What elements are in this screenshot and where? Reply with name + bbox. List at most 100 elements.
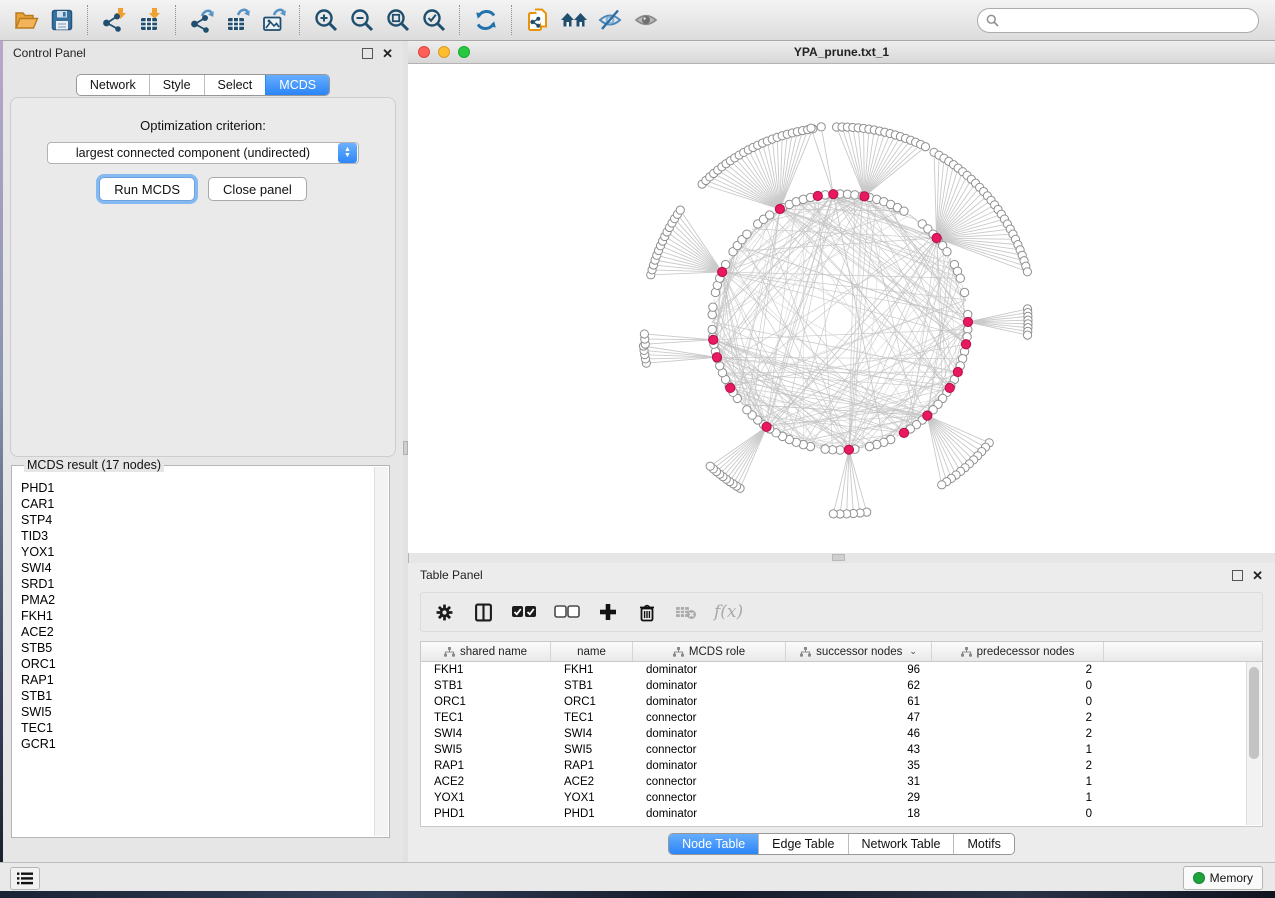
table-row-FKH1[interactable]: FKH1FKH1dominator962 bbox=[421, 662, 1262, 678]
result-node-item[interactable]: STB1 bbox=[21, 688, 375, 704]
deselect-all-rows-button[interactable] bbox=[554, 601, 580, 623]
list-icon bbox=[17, 872, 33, 885]
result-node-item[interactable]: GCR1 bbox=[21, 736, 375, 752]
result-node-item[interactable]: PHD1 bbox=[21, 480, 375, 496]
cell-successor_nodes: 43 bbox=[786, 744, 932, 756]
export-image-button[interactable] bbox=[256, 3, 292, 37]
table-tab-node-table[interactable]: Node Table bbox=[669, 834, 758, 854]
tab-mcds[interactable]: MCDS bbox=[265, 75, 329, 95]
table-row-SWI4[interactable]: SWI4SWI4dominator462 bbox=[421, 726, 1262, 742]
save-session-button[interactable] bbox=[44, 3, 80, 37]
network-graph bbox=[408, 64, 1275, 553]
delete-row-button[interactable] bbox=[636, 601, 658, 623]
zoom-fit-button[interactable] bbox=[380, 3, 416, 37]
table-settings-button[interactable] bbox=[433, 601, 455, 623]
column-header-name[interactable]: name bbox=[551, 642, 633, 661]
table-row-SWI5[interactable]: SWI5SWI5connector431 bbox=[421, 742, 1262, 758]
column-header-successor-nodes[interactable]: successor nodes⌄ bbox=[786, 642, 932, 661]
network-canvas[interactable] bbox=[408, 64, 1275, 553]
close-panel-icon[interactable]: ✕ bbox=[1252, 571, 1263, 580]
cell-name: YOX1 bbox=[551, 792, 633, 804]
zoom-fit-icon bbox=[385, 7, 411, 33]
export-network-button[interactable] bbox=[184, 3, 220, 37]
cell-predecessor_nodes: 2 bbox=[932, 760, 1104, 772]
table-row-YOX1[interactable]: YOX1YOX1connector291 bbox=[421, 790, 1262, 806]
tab-style[interactable]: Style bbox=[149, 75, 204, 95]
float-panel-icon[interactable] bbox=[362, 48, 373, 59]
result-node-item[interactable]: SRD1 bbox=[21, 576, 375, 592]
delete-table-button[interactable] bbox=[675, 601, 697, 623]
result-node-item[interactable]: STP4 bbox=[21, 512, 375, 528]
tab-select[interactable]: Select bbox=[204, 75, 266, 95]
memory-button[interactable]: Memory bbox=[1183, 866, 1263, 890]
result-node-item[interactable]: STB5 bbox=[21, 640, 375, 656]
import-table-icon bbox=[137, 7, 163, 33]
open-folder-icon bbox=[13, 7, 39, 33]
table-tab-motifs[interactable]: Motifs bbox=[953, 834, 1013, 854]
column-chooser-button[interactable] bbox=[472, 601, 494, 623]
table-row-STB1[interactable]: STB1STB1dominator620 bbox=[421, 678, 1262, 694]
application-window: Control Panel ✕ NetworkStyleSelectMCDS O… bbox=[0, 0, 1275, 898]
optimization-criterion-select[interactable]: largest connected component (undirected)… bbox=[47, 142, 359, 164]
close-panel-icon[interactable]: ✕ bbox=[382, 49, 393, 58]
network-nodes[interactable] bbox=[708, 190, 972, 454]
table-row-TEC1[interactable]: TEC1TEC1connector472 bbox=[421, 710, 1262, 726]
result-node-item[interactable]: ORC1 bbox=[21, 656, 375, 672]
close-window-icon[interactable] bbox=[418, 46, 430, 58]
open-session-button[interactable] bbox=[8, 3, 44, 37]
close-panel-button[interactable]: Close panel bbox=[208, 177, 307, 201]
zoom-in-button[interactable] bbox=[308, 3, 344, 37]
run-mcds-button[interactable]: Run MCDS bbox=[99, 177, 195, 201]
table-tabs: Node TableEdge TableNetwork TableMotifs bbox=[668, 833, 1015, 855]
result-node-item[interactable]: RAP1 bbox=[21, 672, 375, 688]
result-node-item[interactable]: TID3 bbox=[21, 528, 375, 544]
table-scrollbar[interactable] bbox=[1246, 662, 1261, 825]
table-row-ACE2[interactable]: ACE2ACE2connector311 bbox=[421, 774, 1262, 790]
table-row-RAP1[interactable]: RAP1RAP1dominator352 bbox=[421, 758, 1262, 774]
import-network-button[interactable] bbox=[96, 3, 132, 37]
hide-selected-button[interactable] bbox=[592, 3, 628, 37]
float-panel-icon[interactable] bbox=[1232, 570, 1243, 581]
function-builder-button[interactable]: f(x) bbox=[714, 601, 743, 623]
import-table-button[interactable] bbox=[132, 3, 168, 37]
minimize-window-icon[interactable] bbox=[438, 46, 450, 58]
result-node-item[interactable]: ACE2 bbox=[21, 624, 375, 640]
search-field[interactable] bbox=[977, 8, 1259, 33]
refresh-layout-button[interactable] bbox=[468, 3, 504, 37]
main-toolbar bbox=[0, 0, 1275, 41]
result-node-item[interactable]: TEC1 bbox=[21, 720, 375, 736]
export-table-button[interactable] bbox=[220, 3, 256, 37]
tab-network[interactable]: Network bbox=[77, 75, 149, 95]
result-node-item[interactable]: PMA2 bbox=[21, 592, 375, 608]
cell-shared_name: STB1 bbox=[421, 680, 551, 692]
import-network-icon bbox=[101, 7, 127, 33]
first-neighbors-button[interactable] bbox=[556, 3, 592, 37]
horizontal-splitter-handle[interactable] bbox=[832, 554, 845, 561]
result-node-item[interactable]: SWI4 bbox=[21, 560, 375, 576]
task-history-button[interactable] bbox=[10, 867, 40, 890]
table-tab-network-table[interactable]: Network Table bbox=[848, 834, 954, 854]
result-scrollbar[interactable] bbox=[374, 467, 388, 836]
cell-name: ORC1 bbox=[551, 696, 633, 708]
result-node-item[interactable]: YOX1 bbox=[21, 544, 375, 560]
trash-icon bbox=[638, 603, 656, 622]
zoom-selected-button[interactable] bbox=[416, 3, 452, 37]
show-all-button[interactable] bbox=[628, 3, 664, 37]
result-node-item[interactable]: FKH1 bbox=[21, 608, 375, 624]
column-header-predecessor-nodes[interactable]: predecessor nodes bbox=[932, 642, 1104, 661]
maximize-window-icon[interactable] bbox=[458, 46, 470, 58]
column-header-MCDS-role[interactable]: MCDS role bbox=[633, 642, 786, 661]
network-title-bar[interactable]: YPA_prune.txt_1 bbox=[408, 41, 1275, 64]
table-tab-edge-table[interactable]: Edge Table bbox=[758, 834, 847, 854]
clone-network-button[interactable] bbox=[520, 3, 556, 37]
column-header-shared-name[interactable]: shared name bbox=[421, 642, 551, 661]
table-row-ORC1[interactable]: ORC1ORC1dominator610 bbox=[421, 694, 1262, 710]
search-input[interactable] bbox=[1004, 12, 1250, 28]
zoom-out-button[interactable] bbox=[344, 3, 380, 37]
table-scrollbar-thumb[interactable] bbox=[1249, 667, 1259, 759]
add-row-button[interactable] bbox=[597, 601, 619, 623]
result-node-item[interactable]: CAR1 bbox=[21, 496, 375, 512]
result-node-item[interactable]: SWI5 bbox=[21, 704, 375, 720]
table-row-PHD1[interactable]: PHD1PHD1dominator180 bbox=[421, 806, 1262, 822]
select-all-rows-button[interactable] bbox=[511, 601, 537, 623]
